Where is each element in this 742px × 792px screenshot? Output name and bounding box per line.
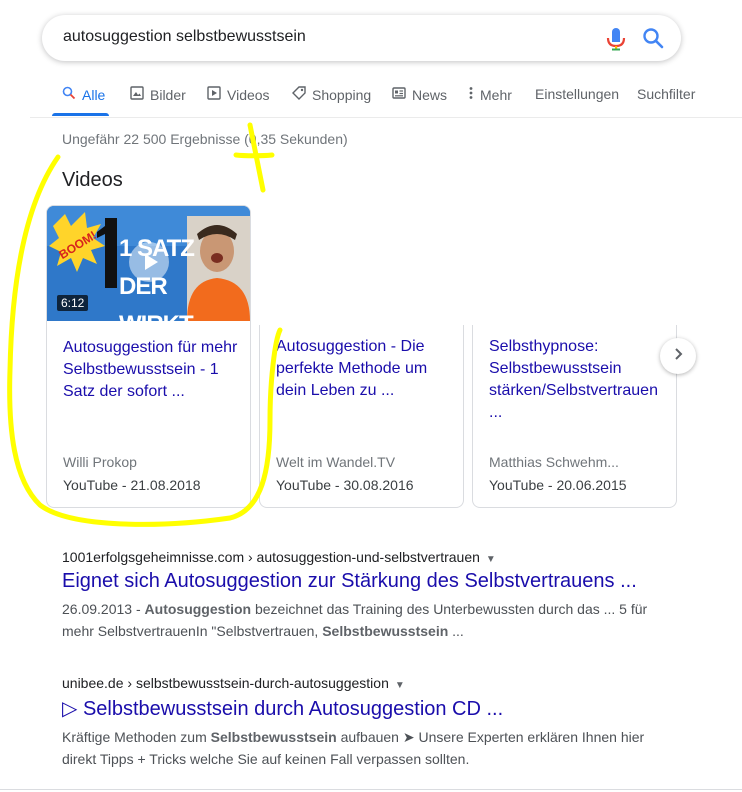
video-duration: 6:12 bbox=[57, 295, 89, 311]
result-title[interactable]: Eignet sich Autosuggestion zur Stärkung … bbox=[62, 570, 662, 593]
tabs-divider bbox=[30, 117, 742, 118]
microphone-icon[interactable] bbox=[605, 27, 627, 51]
result-url: 1001erfolgsgeheimnisse.com › autosuggest… bbox=[62, 549, 480, 565]
video-title[interactable]: Autosuggestion - Die perfekte Methode um… bbox=[276, 336, 456, 402]
snippet-text: ... bbox=[448, 623, 464, 639]
tab-label: News bbox=[412, 86, 448, 103]
result-snippet: Kräftige Methoden zum Selbstbewusstsein … bbox=[62, 726, 662, 770]
snippet-text: - bbox=[132, 601, 145, 617]
tab-alle[interactable]: Alle bbox=[62, 86, 105, 103]
chevron-right-icon bbox=[671, 347, 685, 366]
video-card[interactable]: Autosuggestion - Die perfekte Methode um… bbox=[259, 325, 464, 508]
tag-icon bbox=[292, 86, 306, 103]
tab-videos[interactable]: Videos bbox=[207, 86, 270, 103]
more-vert-icon bbox=[468, 86, 474, 103]
search-input[interactable]: autosuggestion selbstbewusstsein bbox=[63, 28, 306, 46]
result-snippet: 26.09.2013 - Autosuggestion bezeichnet d… bbox=[62, 598, 662, 642]
result-url: unibee.de › selbstbewusstsein-durch-auto… bbox=[62, 675, 389, 691]
tab-label: Einstellungen bbox=[535, 86, 620, 102]
tab-news[interactable]: News bbox=[392, 86, 447, 103]
search-result: unibee.de › selbstbewusstsein-durch-auto… bbox=[62, 675, 662, 770]
video-thumbnail[interactable]: BOOM! 1 SATZ DER WIRKT 6:12 bbox=[47, 206, 250, 321]
search-icon[interactable] bbox=[642, 27, 664, 49]
video-author: Welt im Wandel.TV bbox=[276, 454, 396, 470]
carousel-next-button[interactable] bbox=[660, 338, 696, 374]
snippet-highlight: Autosuggestion bbox=[144, 601, 252, 617]
video-title[interactable]: Selbsthypnose: Selbstbewusstsein stärken… bbox=[489, 336, 669, 424]
video-source-date: YouTube - 30.08.2016 bbox=[276, 477, 414, 493]
video-icon bbox=[207, 86, 221, 103]
tab-suchfilter[interactable]: Suchfilter bbox=[637, 86, 695, 102]
tab-label: Suchfilter bbox=[637, 86, 696, 102]
video-author: Matthias Schwehm... bbox=[489, 454, 619, 470]
video-card[interactable]: Selbsthypnose: Selbstbewusstsein stärken… bbox=[472, 325, 677, 508]
tab-bilder[interactable]: Bilder bbox=[130, 86, 186, 103]
snippet-highlight: Selbstbewusstsein bbox=[322, 623, 449, 639]
page-bottom-divider bbox=[0, 789, 742, 790]
snippet-text: Kräftige Methoden zum bbox=[62, 729, 211, 745]
image-icon bbox=[130, 86, 144, 103]
tab-label: Shopping bbox=[312, 86, 372, 103]
result-date: 26.09.2013 bbox=[62, 601, 133, 617]
video-author: Willi Prokop bbox=[63, 454, 137, 470]
tab-label: Videos bbox=[227, 86, 270, 103]
videos-heading: Videos bbox=[62, 169, 123, 191]
video-title[interactable]: Autosuggestion für mehr Selbstbewusstsei… bbox=[63, 337, 243, 403]
active-tab-indicator bbox=[52, 113, 109, 116]
snippet-highlight: Selbstbewusstsein bbox=[210, 729, 337, 745]
result-breadcrumb[interactable]: 1001erfolgsgeheimnisse.com › autosuggest… bbox=[62, 549, 662, 565]
video-card[interactable]: BOOM! 1 SATZ DER WIRKT 6:12 Autosuggesti… bbox=[46, 205, 251, 508]
video-source-date: YouTube - 21.08.2018 bbox=[63, 477, 201, 493]
search-result: 1001erfolgsgeheimnisse.com › autosuggest… bbox=[62, 549, 662, 642]
result-title[interactable]: ▷ Selbstbewusstsein durch Autosuggestion… bbox=[62, 696, 662, 721]
caret-down-icon[interactable]: ▼ bbox=[395, 680, 405, 691]
result-breadcrumb[interactable]: unibee.de › selbstbewusstsein-durch-auto… bbox=[62, 675, 662, 691]
tab-shopping[interactable]: Shopping bbox=[292, 86, 371, 103]
play-icon[interactable] bbox=[129, 242, 169, 282]
tab-label: Alle bbox=[82, 86, 106, 103]
tab-label: Mehr bbox=[480, 86, 512, 103]
tab-label: Bilder bbox=[150, 86, 186, 103]
search-box[interactable]: autosuggestion selbstbewusstsein bbox=[42, 15, 681, 61]
tab-einstellungen[interactable]: Einstellungen bbox=[535, 86, 619, 102]
tab-mehr[interactable]: Mehr bbox=[468, 86, 512, 103]
news-icon bbox=[392, 86, 406, 103]
video-source-date: YouTube - 20.06.2015 bbox=[489, 477, 627, 493]
search-icon bbox=[62, 86, 76, 103]
result-stats: Ungefähr 22 500 Ergebnisse (0,35 Sekunde… bbox=[62, 131, 348, 147]
caret-down-icon[interactable]: ▼ bbox=[486, 554, 496, 565]
